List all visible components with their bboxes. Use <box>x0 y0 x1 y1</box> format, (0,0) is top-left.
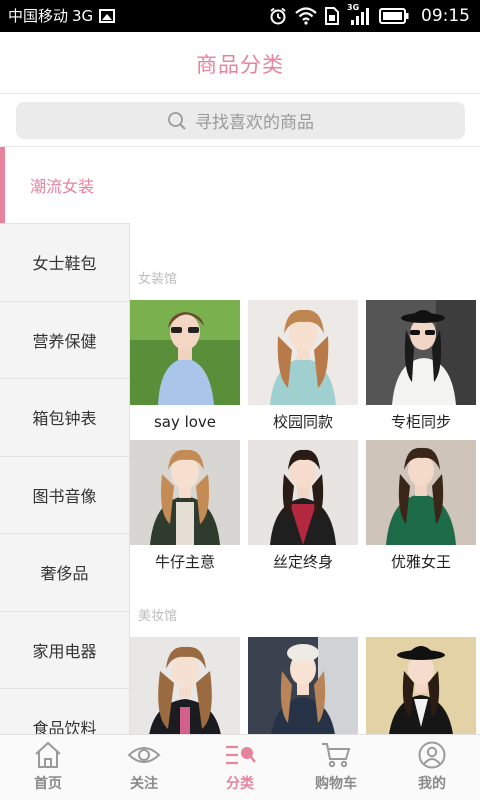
clock-time: 09:15 <box>421 6 470 26</box>
sidebar-item-label: 图书音像 <box>32 486 97 506</box>
home-icon <box>35 741 61 768</box>
status-right: 3G 09:15 <box>269 3 470 28</box>
wifi-icon <box>295 7 317 25</box>
sidebar-item-nutrition[interactable]: 营养保健 <box>0 301 130 379</box>
carrier-name: 中国移动 <box>8 7 69 25</box>
search-placeholder: 寻找喜欢的商品 <box>195 113 314 133</box>
status-bar: 中国移动 3G 3G 09:15 <box>0 0 480 32</box>
category-content: 女装馆 say love 校园同款 专柜同步 牛仔主意 丝定终身 优雅女王 美妆… <box>130 147 480 734</box>
product-card[interactable]: 丝定终身 <box>248 440 358 580</box>
product-card[interactable] <box>366 637 476 734</box>
product-image <box>248 440 358 545</box>
tab-label: 我的 <box>418 776 446 792</box>
search-input[interactable]: 寻找喜欢的商品 <box>16 102 465 139</box>
tab-cart[interactable]: 购物车 <box>288 735 384 800</box>
sidebar-item-label: 家用电器 <box>32 641 97 661</box>
sidebar-item-luggage-watches[interactable]: 箱包钟表 <box>0 379 130 457</box>
product-image <box>248 300 358 405</box>
product-card[interactable] <box>130 637 240 734</box>
tab-label: 关注 <box>130 776 158 792</box>
product-card[interactable]: 牛仔主意 <box>130 440 240 580</box>
sidebar-item-label: 女士鞋包 <box>32 254 97 274</box>
tab-label: 购物车 <box>315 776 357 792</box>
category-sidebar: 潮流女装 女士鞋包 营养保健 箱包钟表 图书音像 奢侈品 家用电器 食品饮料 <box>0 147 130 734</box>
sidebar-item-appliances[interactable]: 家用电器 <box>0 611 130 689</box>
product-label: 专柜同步 <box>390 413 451 431</box>
tab-category[interactable]: 分类 <box>192 735 288 800</box>
tab-label: 首页 <box>34 776 62 792</box>
page-header: 商品分类 <box>0 32 480 94</box>
page-title: 商品分类 <box>196 53 284 77</box>
product-label: 校园同款 <box>272 413 333 431</box>
tab-follow[interactable]: 关注 <box>96 735 192 800</box>
sim-card-icon <box>325 7 339 25</box>
product-grid-beauty <box>130 637 480 734</box>
tab-mine[interactable]: 我的 <box>384 735 480 800</box>
sidebar-item-label: 食品饮料 <box>32 719 97 734</box>
tab-home[interactable]: 首页 <box>0 735 96 800</box>
sidebar-item-label: 奢侈品 <box>40 564 89 584</box>
product-image <box>366 440 476 545</box>
user-icon <box>418 741 446 769</box>
sidebar-item-label: 潮流女装 <box>30 177 95 196</box>
product-image <box>130 300 240 405</box>
signal-indicator: 3G <box>347 3 371 26</box>
product-image <box>130 637 240 734</box>
sidebar-item-luxury[interactable]: 奢侈品 <box>0 534 130 612</box>
product-card[interactable]: 校园同款 <box>248 300 358 440</box>
sidebar-item-label: 箱包钟表 <box>32 409 97 429</box>
search-icon <box>168 111 186 130</box>
bottom-tab-bar: 首页 关注 分类 购物车 我的 <box>0 734 480 800</box>
search-bar: 寻找喜欢的商品 <box>0 95 480 147</box>
section-title-beauty: 美妆馆 <box>138 609 178 624</box>
category-icon <box>226 745 256 765</box>
product-grid-womens-wear: say love 校园同款 专柜同步 牛仔主意 丝定终身 优雅女王 <box>130 300 480 580</box>
sidebar-item-womens-shoes-bags[interactable]: 女士鞋包 <box>0 224 130 302</box>
product-card[interactable]: say love <box>130 300 240 440</box>
product-card[interactable] <box>248 637 358 734</box>
product-image <box>366 637 476 734</box>
product-image <box>130 440 240 545</box>
image-notification-icon <box>99 9 116 23</box>
product-label: 优雅女王 <box>390 553 451 571</box>
signal-bars-icon <box>351 8 369 25</box>
product-label: say love <box>153 413 217 431</box>
battery-icon <box>379 8 409 24</box>
product-image <box>366 300 476 405</box>
sidebar-item-food-drinks[interactable]: 食品饮料 <box>0 689 130 734</box>
sidebar-item-trendy-women[interactable]: 潮流女装 <box>0 147 130 224</box>
section-title-womens-wear: 女装馆 <box>138 272 178 287</box>
cart-icon <box>322 743 351 768</box>
eye-icon <box>127 747 161 763</box>
product-label: 丝定终身 <box>272 553 333 571</box>
network-type: 3G <box>72 7 94 25</box>
product-label: 牛仔主意 <box>154 553 215 571</box>
sidebar-item-books-media[interactable]: 图书音像 <box>0 456 130 534</box>
status-left: 中国移动 3G <box>8 6 116 26</box>
product-card[interactable]: 优雅女王 <box>366 440 476 580</box>
tab-label: 分类 <box>226 776 254 792</box>
product-image <box>248 637 358 734</box>
sidebar-item-label: 营养保健 <box>32 331 97 351</box>
product-card[interactable]: 专柜同步 <box>366 300 476 440</box>
alarm-icon <box>270 7 286 25</box>
